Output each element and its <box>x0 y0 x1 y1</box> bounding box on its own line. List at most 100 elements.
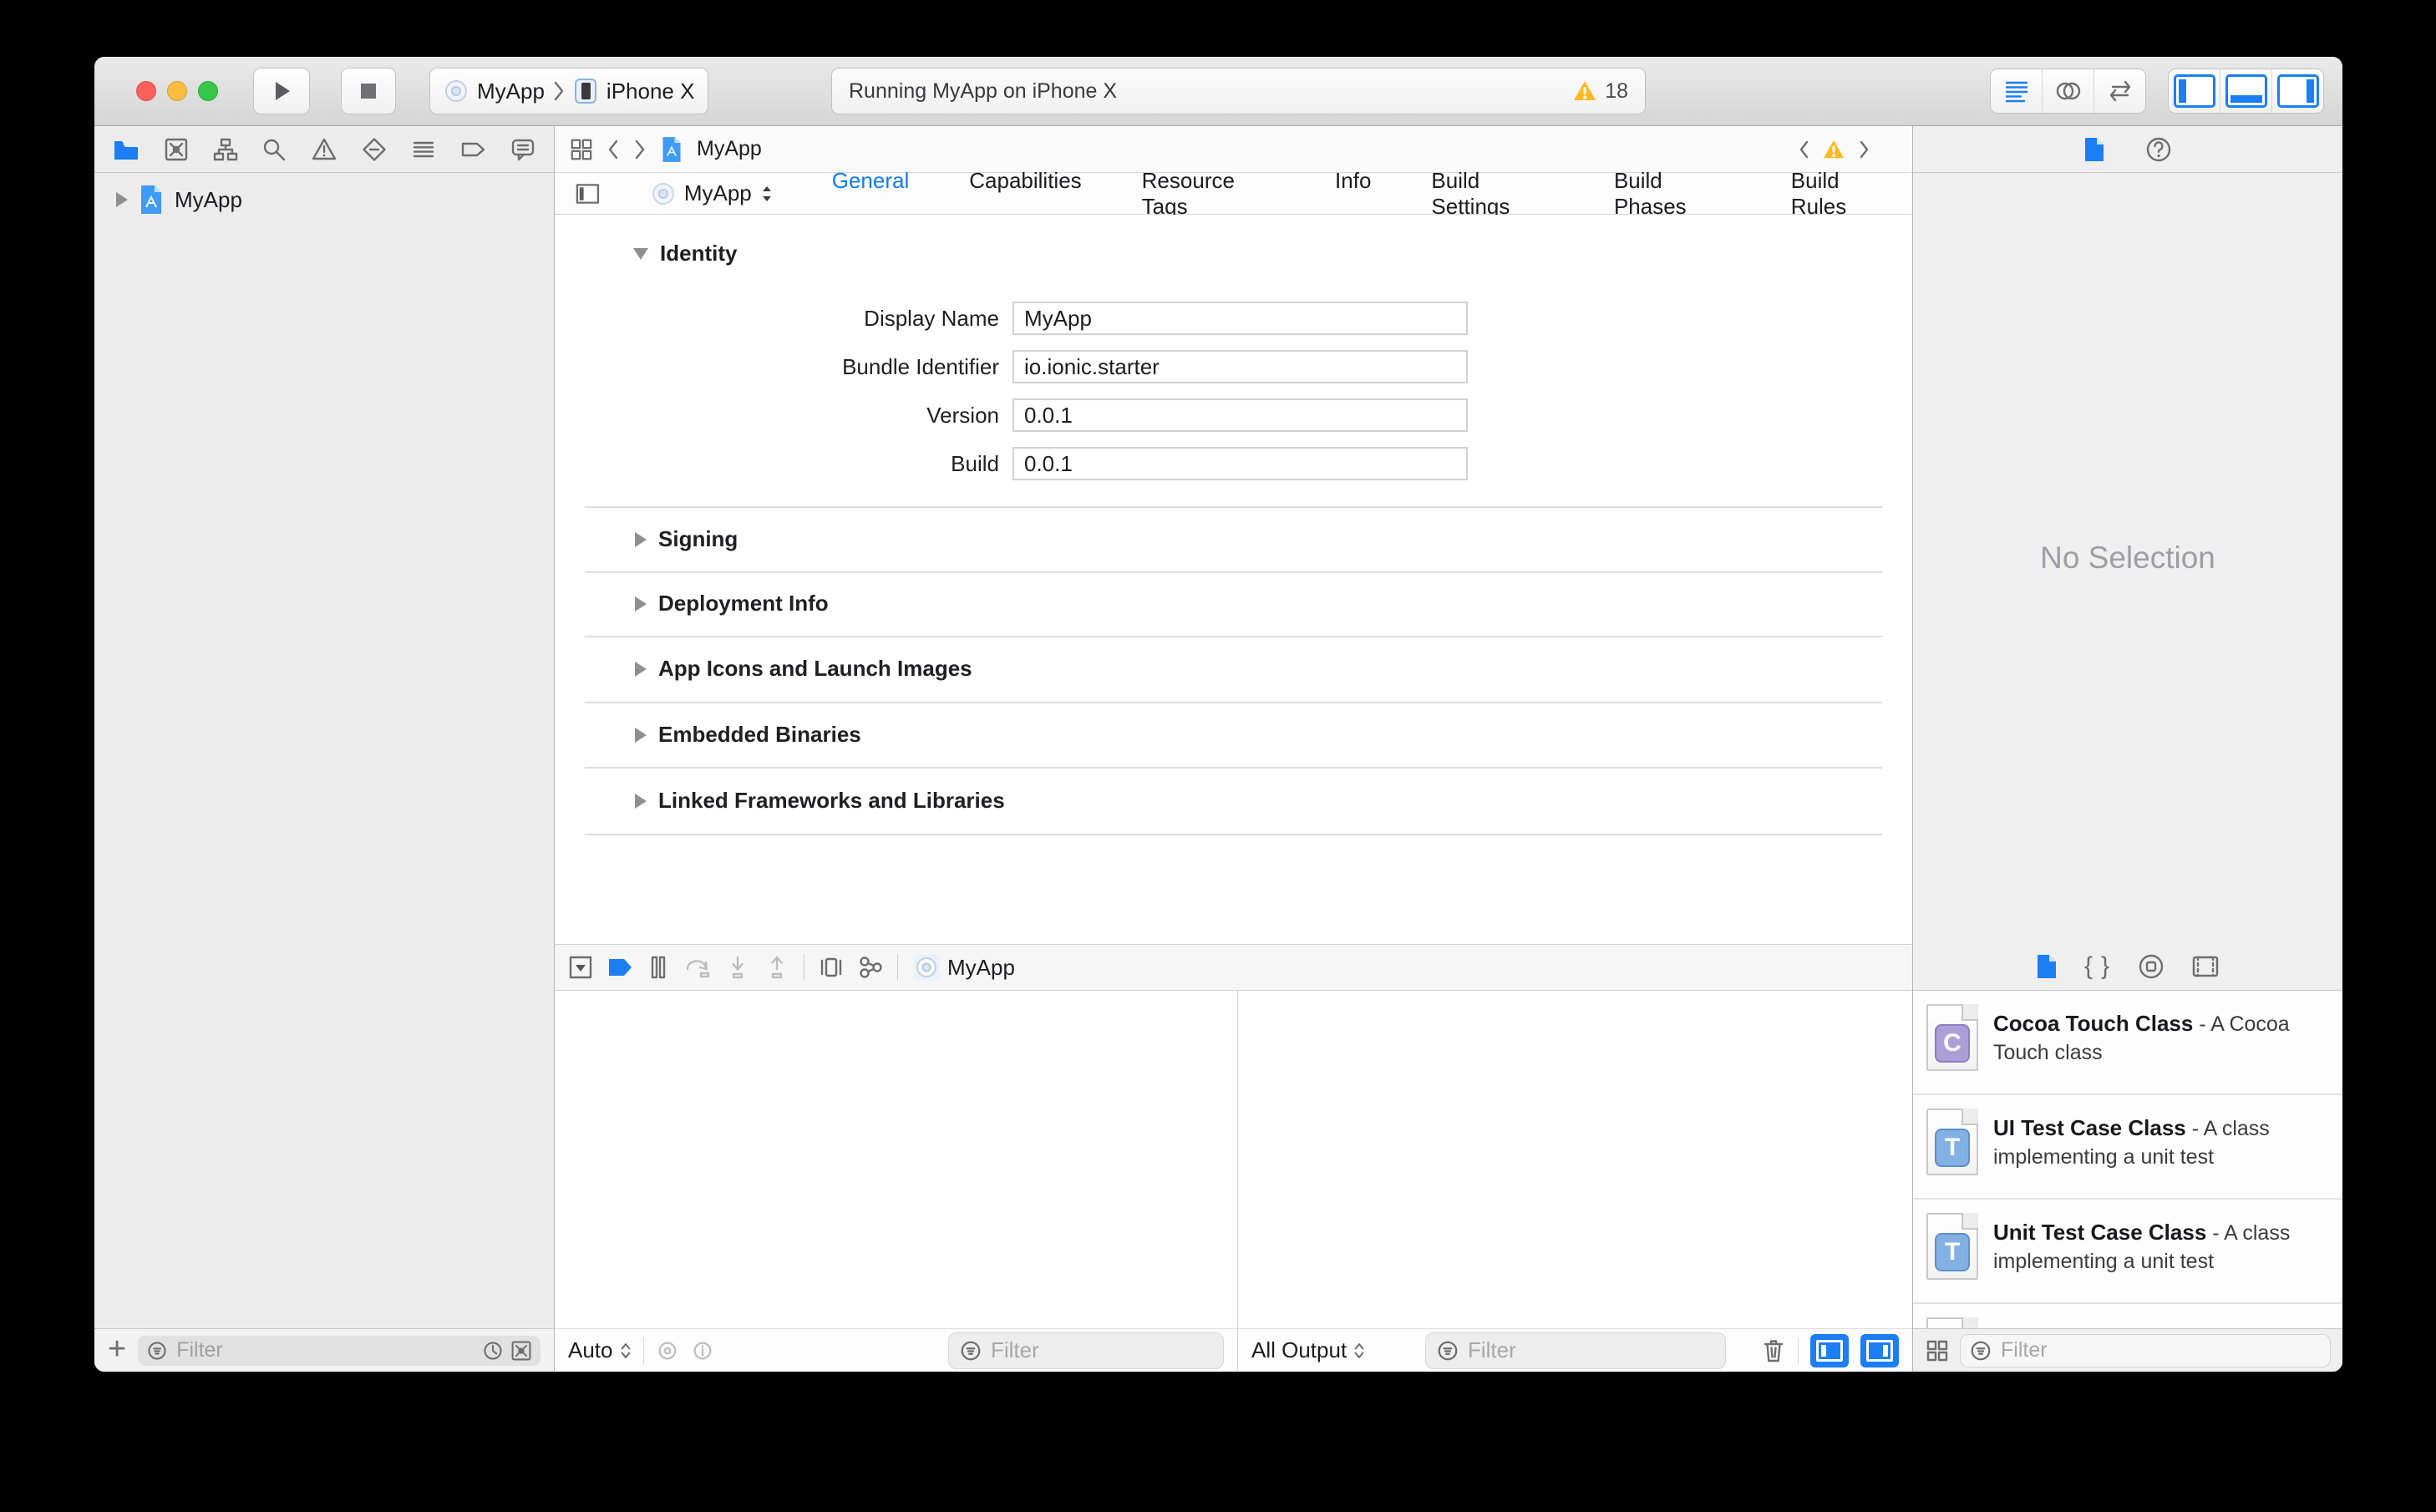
recent-files-clock-icon[interactable] <box>482 1340 504 1362</box>
add-button[interactable]: + <box>108 1333 126 1365</box>
disclosure-triangle-icon[interactable] <box>116 192 128 207</box>
source-control-status-icon[interactable] <box>510 1340 532 1362</box>
pause-icon[interactable] <box>647 955 670 980</box>
target-selector[interactable]: MyApp <box>651 180 774 206</box>
signing-section-header[interactable]: Signing <box>635 526 738 552</box>
tab-build-settings[interactable]: Build Settings <box>1431 168 1554 220</box>
zoom-window-button[interactable] <box>198 81 218 101</box>
clear-console-trash-icon[interactable] <box>1761 1337 1786 1364</box>
linked-frameworks-section-header[interactable]: Linked Frameworks and Libraries <box>635 788 1005 814</box>
console-view[interactable] <box>1238 991 1912 1328</box>
disclosure-closed-icon[interactable] <box>635 793 647 809</box>
tab-resource-tags[interactable]: Resource Tags <box>1142 168 1275 220</box>
bundle-identifier-input[interactable] <box>1012 350 1468 383</box>
grid-view-icon[interactable] <box>1925 1338 1950 1363</box>
debug-navigator-icon[interactable] <box>411 137 436 162</box>
tab-build-rules[interactable]: Build Rules <box>1791 168 1892 220</box>
stop-button[interactable] <box>341 68 396 114</box>
previous-issue-icon[interactable] <box>1797 138 1810 161</box>
variables-view[interactable] <box>555 991 1237 1328</box>
build-input[interactable] <box>1012 447 1468 480</box>
run-button[interactable] <box>253 68 310 114</box>
console-filter-field[interactable] <box>1425 1332 1726 1369</box>
related-items-icon[interactable] <box>570 138 593 161</box>
console-scope-dropdown[interactable]: All Output <box>1251 1337 1365 1363</box>
issue-navigator-icon[interactable] <box>311 137 337 162</box>
console-filter-input[interactable] <box>1466 1337 1715 1364</box>
activity-status-bar[interactable]: Running MyApp on iPhone X 18 <box>831 68 1646 114</box>
hide-debug-area-icon[interactable] <box>568 955 593 980</box>
jump-bar-file-label[interactable]: MyApp <box>697 137 762 161</box>
scheme-selector[interactable]: MyApp iPhone X <box>429 68 709 114</box>
debug-target-label: MyApp <box>947 954 1015 980</box>
tab-general[interactable]: General <box>832 168 910 220</box>
media-library-icon[interactable] <box>2191 954 2220 979</box>
breakpoints-toggle-icon[interactable] <box>607 956 632 978</box>
tree-row-project[interactable]: MyApp <box>94 180 554 220</box>
object-library-icon[interactable] <box>2138 953 2164 980</box>
template-item-ui-test-case-class[interactable]: T UI Test Case Class - A class implement… <box>1913 1095 2342 1200</box>
deployment-info-section-header[interactable]: Deployment Info <box>635 591 829 616</box>
report-navigator-icon[interactable] <box>510 137 535 162</box>
file-inspector-icon[interactable] <box>2083 136 2105 163</box>
version-editor-button[interactable] <box>2093 69 2145 113</box>
source-control-navigator-icon[interactable] <box>164 137 189 162</box>
tab-info[interactable]: Info <box>1335 168 1371 220</box>
identity-section-header[interactable]: Identity <box>633 241 737 266</box>
template-item-cocoa-touch-class[interactable]: C Cocoa Touch Class - A Cocoa Touch clas… <box>1913 991 2342 1095</box>
close-window-button[interactable] <box>136 81 156 101</box>
debug-process-chip[interactable]: MyApp <box>912 953 1015 982</box>
minimize-window-button[interactable] <box>167 81 187 101</box>
targets-sidebar-toggle-icon[interactable] <box>575 182 601 205</box>
toggle-debug-area-button[interactable] <box>2220 69 2271 113</box>
variables-filter-input[interactable] <box>989 1337 1213 1364</box>
disclosure-closed-icon[interactable] <box>635 661 647 677</box>
standard-editor-button[interactable] <box>1991 69 2042 113</box>
step-out-icon[interactable] <box>764 955 789 980</box>
variables-of-interest-icon[interactable] <box>656 1339 679 1362</box>
section-divider <box>585 702 1882 703</box>
symbol-navigator-icon[interactable] <box>213 137 238 162</box>
back-chevron-icon[interactable] <box>606 138 620 161</box>
next-issue-icon[interactable] <box>1857 138 1870 161</box>
tab-build-phases[interactable]: Build Phases <box>1614 168 1731 220</box>
variables-filter-field[interactable] <box>948 1332 1224 1369</box>
info-icon[interactable] <box>691 1339 714 1362</box>
file-template-library-icon[interactable] <box>2036 953 2058 980</box>
warning-counter[interactable]: 18 <box>1572 79 1628 104</box>
template-item-unit-test-case-class[interactable]: T Unit Test Case Class - A class impleme… <box>1913 1200 2342 1304</box>
search-navigator-icon[interactable] <box>261 137 287 162</box>
project-navigator-icon[interactable] <box>113 137 140 162</box>
view-debugger-icon[interactable] <box>819 955 844 980</box>
disclosure-closed-icon[interactable] <box>635 531 647 547</box>
library-filter-input[interactable] <box>1999 1337 2322 1363</box>
show-variables-view-toggle[interactable] <box>1810 1333 1849 1367</box>
disclosure-open-icon[interactable] <box>633 247 648 260</box>
code-snippet-library-icon[interactable]: { } <box>2084 952 2111 981</box>
step-over-icon[interactable] <box>684 955 711 980</box>
navigator-filter-input[interactable] <box>175 1337 475 1363</box>
breakpoint-navigator-icon[interactable] <box>459 137 486 162</box>
toggle-navigator-button[interactable] <box>2169 69 2220 113</box>
filter-icon <box>1438 1341 1458 1360</box>
version-input[interactable] <box>1012 398 1468 432</box>
display-name-input[interactable] <box>1012 302 1468 335</box>
tab-capabilities[interactable]: Capabilities <box>969 168 1081 220</box>
assistant-editor-button[interactable] <box>2042 69 2093 113</box>
app-icons-section-header[interactable]: App Icons and Launch Images <box>635 656 972 682</box>
step-into-icon[interactable] <box>725 955 750 980</box>
disclosure-closed-icon[interactable] <box>635 727 647 743</box>
template-item-partial[interactable] <box>1913 1304 2342 1328</box>
navigator-filter-field[interactable] <box>138 1335 540 1366</box>
toggle-inspector-button[interactable] <box>2271 69 2323 113</box>
disclosure-closed-icon[interactable] <box>635 596 647 611</box>
quick-help-icon[interactable] <box>2145 136 2172 163</box>
library-filter-field[interactable] <box>1960 1333 2331 1367</box>
forward-chevron-icon[interactable] <box>633 138 647 161</box>
variables-scope-dropdown[interactable]: Auto <box>568 1337 632 1363</box>
jump-bar-warning-icon[interactable] <box>1822 139 1845 160</box>
memory-graph-icon[interactable] <box>858 955 883 980</box>
embedded-binaries-section-header[interactable]: Embedded Binaries <box>635 722 861 748</box>
test-navigator-icon[interactable] <box>362 137 387 162</box>
show-console-view-toggle[interactable] <box>1860 1333 1899 1367</box>
